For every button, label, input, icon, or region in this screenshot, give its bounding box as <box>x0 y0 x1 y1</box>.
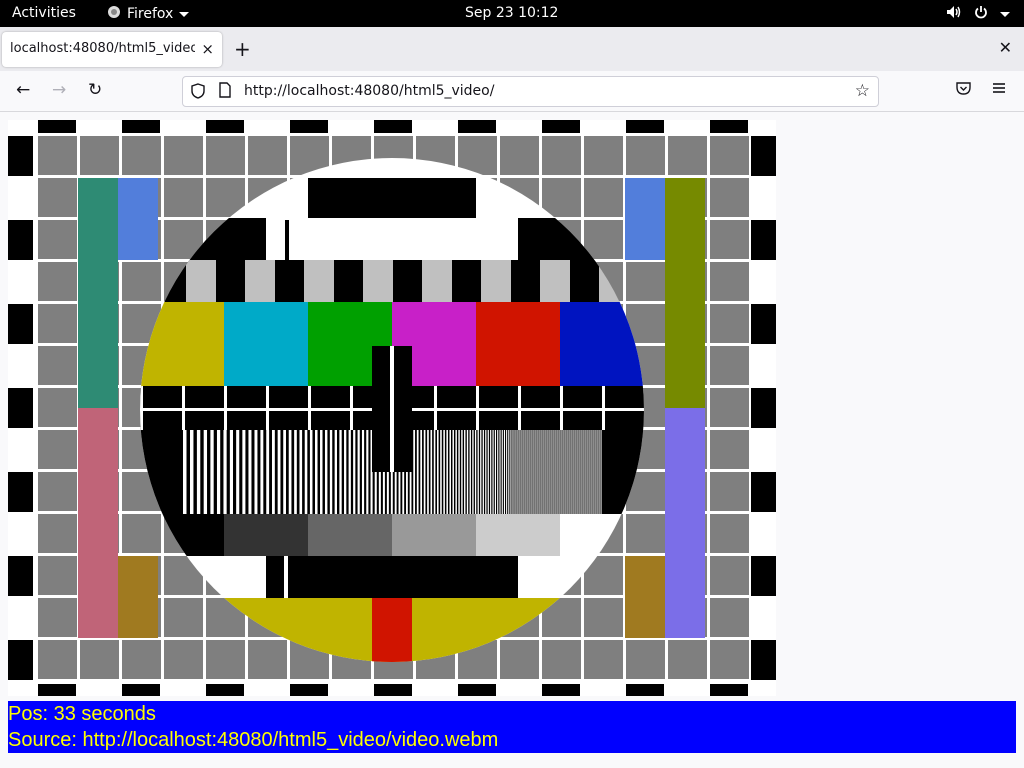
new-tab-button[interactable]: + <box>234 37 251 61</box>
app-menu[interactable]: Firefox <box>107 5 190 23</box>
chevron-down-icon <box>179 11 190 17</box>
tab-html5-video[interactable]: localhost:48080/html5_video/ × <box>2 32 222 67</box>
forward-button[interactable]: → <box>52 80 66 100</box>
menu-icon[interactable] <box>992 80 1006 100</box>
firefox-icon <box>107 5 121 23</box>
status-panel: Pos: 33 seconds Source: http://localhost… <box>8 701 1016 753</box>
url-bar[interactable]: http://localhost:48080/html5_video/ ☆ <box>182 76 879 107</box>
power-icon <box>974 5 988 23</box>
clock[interactable]: Sep 23 10:12 <box>465 5 558 21</box>
tab-title: localhost:48080/html5_video/ <box>10 41 195 56</box>
volume-icon <box>946 5 962 23</box>
tab-strip: localhost:48080/html5_video/ × + ✕ <box>0 27 1024 71</box>
close-tab-icon[interactable]: × <box>201 40 214 58</box>
close-window-button[interactable]: ✕ <box>999 38 1012 57</box>
system-top-bar: Activities Firefox Sep 23 10:12 <box>0 0 1024 27</box>
bookmark-star-icon[interactable]: ☆ <box>855 81 870 101</box>
navigation-toolbar: ← → ↻ http://localhost:48080/html5_video… <box>0 71 1024 112</box>
shield-icon[interactable] <box>191 83 205 103</box>
back-button[interactable]: ← <box>16 80 30 100</box>
source-text: Source: http://localhost:48080/html5_vid… <box>8 729 499 751</box>
chevron-down-icon <box>1000 11 1010 17</box>
video-player[interactable] <box>8 120 776 696</box>
reload-button[interactable]: ↻ <box>88 80 102 100</box>
pocket-icon[interactable] <box>956 80 971 100</box>
page-info-icon[interactable] <box>219 82 231 102</box>
position-text: Pos: 33 seconds <box>8 703 156 725</box>
page-content: Pos: 33 seconds Source: http://localhost… <box>0 112 1024 768</box>
system-tray[interactable] <box>946 5 1010 23</box>
url-text[interactable]: http://localhost:48080/html5_video/ <box>244 83 494 99</box>
activities-button[interactable]: Activities <box>12 5 76 21</box>
app-name: Firefox <box>127 6 174 22</box>
